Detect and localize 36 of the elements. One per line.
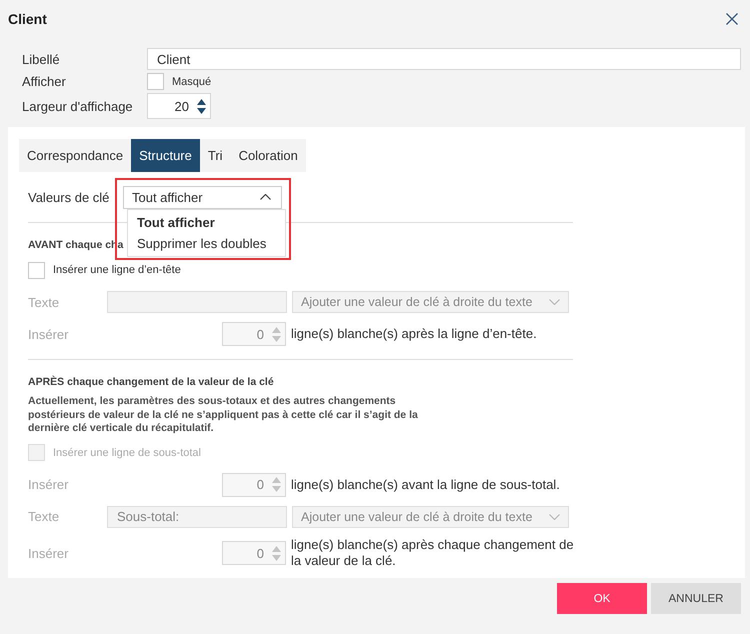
chevron-down-icon xyxy=(549,299,560,305)
section-heading: APRÈS chaque changement de la valeur de la clé xyxy=(28,376,274,388)
decrement-icon[interactable] xyxy=(197,108,206,114)
field-label: Afficher xyxy=(22,74,67,89)
field-label: Valeurs de clé xyxy=(28,190,110,204)
field-label: Texte xyxy=(28,294,60,310)
field-label: Texte xyxy=(28,509,60,524)
field-label: Largeur d'affichage xyxy=(22,98,134,114)
text-field[interactable]: Client xyxy=(147,48,741,70)
field-label: Insérer xyxy=(28,326,70,342)
field-suffix: ligne(s) blanche(s) après chaque changement de la valeur de la clé. xyxy=(291,536,575,570)
dropdown-option[interactable]: Supprimer les doubles xyxy=(128,233,285,254)
field-label: Libellé xyxy=(22,52,61,66)
chevron-up-icon xyxy=(260,194,271,200)
checkbox[interactable] xyxy=(28,262,45,278)
field-label: Insérer xyxy=(28,477,70,492)
tab[interactable]: Correspondance xyxy=(19,139,132,172)
number-field[interactable]: 20 xyxy=(147,93,211,119)
checkbox[interactable] xyxy=(147,73,164,90)
chevron-down-icon xyxy=(549,514,560,520)
checkbox-label: Insérer une ligne d’en-tête xyxy=(53,264,181,276)
tab[interactable]: Structure xyxy=(131,139,200,172)
info-text: Actuellement, les paramètres des sous-totaux et des autres changements postérieurs de valeur de la clé ne s’appliquent pas à cette clé car il s’agit de la dernière clé verticale du récapitulatif. xyxy=(28,395,419,436)
field-suffix: ligne(s) blanche(s) après la ligne d’en-tête. xyxy=(291,326,538,342)
field-label: Insérer xyxy=(28,546,70,561)
increment-icon[interactable] xyxy=(197,98,206,104)
checkbox-label: Insérer une ligne de sous-total xyxy=(53,446,201,459)
field-suffix: ligne(s) blanche(s) avant la ligne de sous-total. xyxy=(291,476,561,494)
key-values-dropdown[interactable]: Tout afficher xyxy=(123,186,282,208)
dropdown-option[interactable]: Tout afficher xyxy=(128,212,285,233)
tab[interactable]: Coloration xyxy=(230,139,306,172)
checkbox-label: Masqué xyxy=(172,76,212,88)
close-icon[interactable] xyxy=(726,13,738,25)
cancel-button[interactable]: ANNULER xyxy=(651,583,741,614)
tab[interactable]: Tri xyxy=(200,139,231,172)
dialog-title: Client xyxy=(8,11,47,27)
